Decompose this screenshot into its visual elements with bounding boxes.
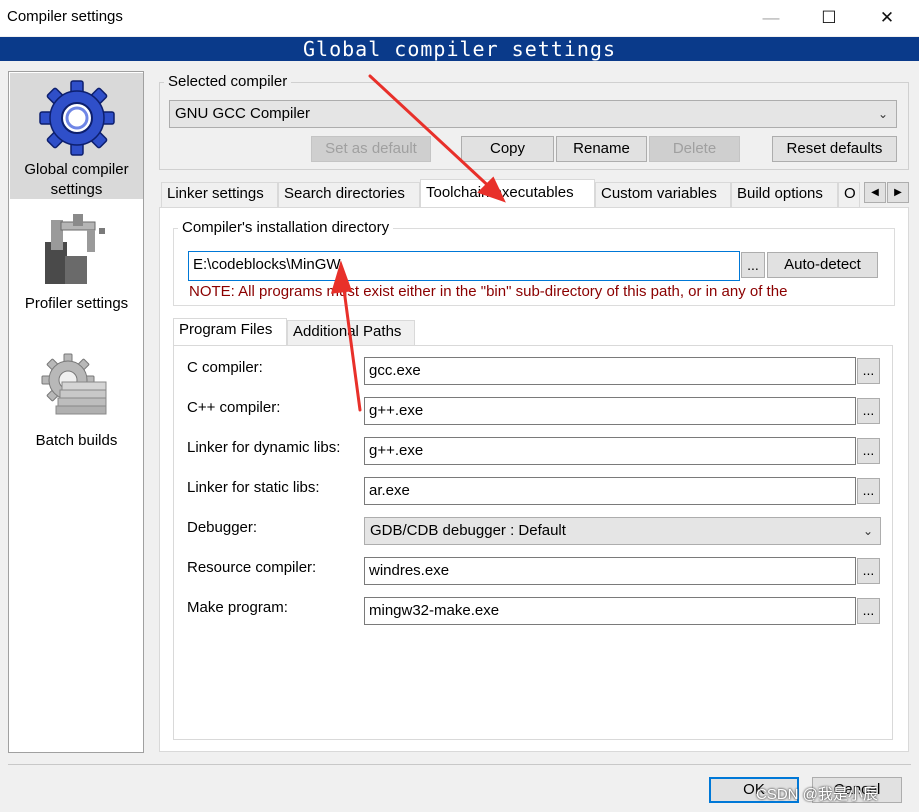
main-tab-strip: Linker settings Search directories Toolc… xyxy=(161,179,860,207)
nav-label-profiler: Profiler settings xyxy=(24,295,129,312)
tab-scroll-right-button[interactable]: ▶ xyxy=(887,182,909,203)
compiler-select-value: GNU GCC Compiler xyxy=(175,105,311,122)
chevron-down-icon: ⌄ xyxy=(877,107,888,121)
make-program-label: Make program: xyxy=(187,599,288,616)
nav-label-batch-builds: Batch builds xyxy=(35,432,118,449)
delete-button[interactable]: Delete xyxy=(649,136,740,162)
resource-compiler-input[interactable]: windres.exe xyxy=(364,557,856,585)
close-button[interactable]: ✕ xyxy=(858,0,916,36)
cpp-compiler-browse-button[interactable]: ... xyxy=(857,398,880,424)
compiler-select[interactable]: GNU GCC Compiler ⌄ xyxy=(169,100,897,128)
make-program-input[interactable]: mingw32-make.exe xyxy=(364,597,856,625)
resource-compiler-label: Resource compiler: xyxy=(187,559,317,576)
copy-button[interactable]: Copy xyxy=(461,136,554,162)
cpp-compiler-label: C++ compiler: xyxy=(187,399,281,416)
install-dir-input[interactable]: E:\codeblocks\MinGW xyxy=(188,251,740,281)
cpp-compiler-input[interactable]: g++.exe xyxy=(364,397,856,425)
tab-scroll-left-button[interactable]: ◀ xyxy=(864,182,886,203)
settings-banner: Global compiler settings xyxy=(0,37,919,61)
make-program-browse-button[interactable]: ... xyxy=(857,598,880,624)
caliper-icon xyxy=(45,214,105,284)
footer-divider xyxy=(8,764,911,765)
nav-item-global-compiler[interactable]: Global compiler settings xyxy=(10,73,143,199)
dynamic-linker-browse-button[interactable]: ... xyxy=(857,438,880,464)
selected-compiler-title: Selected compiler xyxy=(164,73,292,90)
window-title: Compiler settings xyxy=(7,8,123,25)
debugger-select[interactable]: GDB/CDB debugger : Default ⌄ xyxy=(364,517,881,545)
sub-tab-strip: Program Files Additional Paths xyxy=(173,318,415,345)
minimize-button[interactable]: — xyxy=(742,0,800,36)
tab-search-directories[interactable]: Search directories xyxy=(278,182,420,207)
chevron-down-icon: ⌄ xyxy=(862,524,873,538)
gear-icon xyxy=(39,80,115,156)
tab-additional-paths[interactable]: Additional Paths xyxy=(287,320,415,345)
dynamic-linker-input[interactable]: g++.exe xyxy=(364,437,856,465)
nav-item-profiler[interactable]: Profiler settings xyxy=(10,210,143,320)
nav-label-global-compiler: Global compiler settings xyxy=(24,161,129,198)
static-linker-label: Linker for static libs: xyxy=(187,479,320,496)
c-compiler-input[interactable]: gcc.exe xyxy=(364,357,856,385)
tab-custom-variables[interactable]: Custom variables xyxy=(595,182,731,207)
install-dir-note: NOTE: All programs must exist either in … xyxy=(189,283,788,300)
tab-linker-settings[interactable]: Linker settings xyxy=(161,182,278,207)
batch-gear-icon xyxy=(41,353,107,415)
c-compiler-browse-button[interactable]: ... xyxy=(857,358,880,384)
static-linker-input[interactable]: ar.exe xyxy=(364,477,856,505)
install-dir-title: Compiler's installation directory xyxy=(178,219,394,236)
tab-toolchain-executables[interactable]: Toolchain executables xyxy=(420,179,595,207)
debugger-select-value: GDB/CDB debugger : Default xyxy=(370,522,566,539)
tab-program-files[interactable]: Program Files xyxy=(173,318,287,345)
static-linker-browse-button[interactable]: ... xyxy=(857,478,880,504)
maximize-button[interactable]: ☐ xyxy=(800,0,858,36)
install-dir-browse-button[interactable]: ... xyxy=(741,252,765,278)
settings-category-list: Global compiler settings Profiler settin… xyxy=(8,71,144,753)
auto-detect-button[interactable]: Auto-detect xyxy=(767,252,878,278)
resource-compiler-browse-button[interactable]: ... xyxy=(857,558,880,584)
rename-button[interactable]: Rename xyxy=(556,136,647,162)
reset-defaults-button[interactable]: Reset defaults xyxy=(772,136,897,162)
tab-overflow[interactable]: O xyxy=(838,182,860,207)
dynamic-linker-label: Linker for dynamic libs: xyxy=(187,439,341,456)
tab-build-options[interactable]: Build options xyxy=(731,182,838,207)
set-as-default-button[interactable]: Set as default xyxy=(311,136,431,162)
title-bar: Compiler settings — ☐ ✕ xyxy=(0,0,919,36)
csdn-watermark: CSDN @我是小辰 xyxy=(756,786,878,803)
debugger-label: Debugger: xyxy=(187,519,258,536)
nav-item-batch-builds[interactable]: Batch builds xyxy=(10,347,143,457)
c-compiler-label: C compiler: xyxy=(187,359,263,376)
